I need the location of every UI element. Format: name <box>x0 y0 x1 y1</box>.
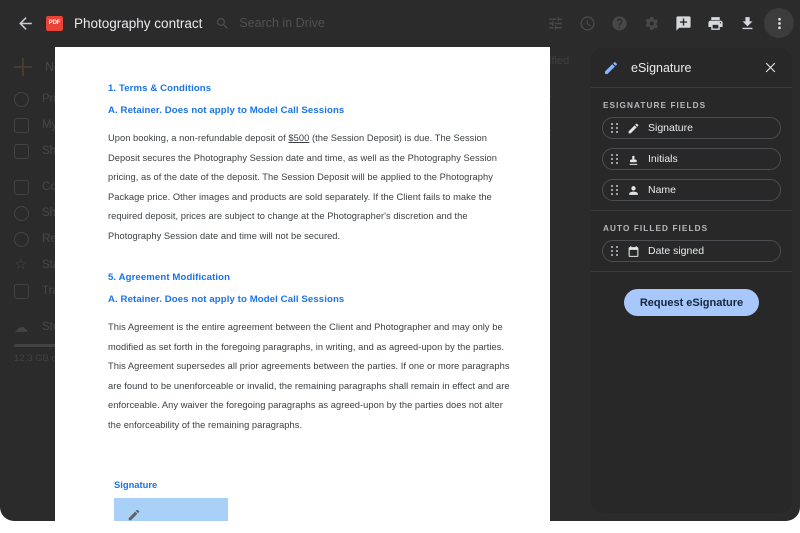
drive-icon <box>14 118 29 133</box>
pdf-file-badge: PDF <box>46 16 63 31</box>
plus-icon <box>14 58 32 76</box>
star-icon <box>14 258 29 273</box>
activity-icon[interactable] <box>572 8 602 38</box>
pen-icon <box>627 122 640 135</box>
esignature-panel: eSignature ESIGNATURE FIELDS Signature I… <box>591 48 792 513</box>
drag-handle-icon[interactable] <box>611 123 618 134</box>
signature-pen-icon <box>603 60 619 76</box>
help-icon[interactable] <box>604 8 634 38</box>
trash-icon <box>14 284 29 299</box>
more-options-icon[interactable] <box>764 8 794 38</box>
body-text-post: (the Session Deposit) is due. The Sessio… <box>108 133 497 241</box>
signature-pen-icon <box>127 508 141 522</box>
section-body-5: This Agreement is the entire agreement b… <box>108 318 510 435</box>
field-chip-name[interactable]: Name <box>602 179 781 201</box>
clock-icon <box>14 232 29 247</box>
field-chip-signature[interactable]: Signature <box>602 117 781 139</box>
toolbar-actions <box>540 0 794 46</box>
priority-icon <box>14 92 29 107</box>
stamp-icon <box>627 153 640 166</box>
drag-handle-icon[interactable] <box>611 154 618 165</box>
search-placeholder: Search in Drive <box>239 16 324 30</box>
drag-handle-icon[interactable] <box>611 246 618 257</box>
field-chip-label: Signature <box>648 122 693 134</box>
panel-action-area: Request eSignature <box>591 272 792 316</box>
section-body-1: Upon booking, a non-refundable deposit o… <box>108 129 510 246</box>
deposit-amount: $500 <box>288 133 309 143</box>
field-chip-label: Initials <box>648 153 678 165</box>
esignature-panel-title: eSignature <box>631 61 758 75</box>
shared-drive-icon <box>14 144 29 159</box>
section-heading-1: 1. Terms & Conditions <box>108 83 510 94</box>
document-title: Photography contract <box>74 16 202 31</box>
field-chip-label: Date signed <box>648 245 704 257</box>
people-icon <box>14 206 29 221</box>
add-comment-icon[interactable] <box>668 8 698 38</box>
cloud-icon <box>14 320 29 335</box>
drag-handle-icon[interactable] <box>611 185 618 196</box>
auto-filled-fields-section-title: AUTO FILLED FIELDS <box>591 211 792 240</box>
field-chip-initials[interactable]: Initials <box>602 148 781 170</box>
back-arrow-icon <box>16 14 35 33</box>
pdf-document-page: 1. Terms & Conditions A. Retainer. Does … <box>55 47 550 521</box>
print-icon[interactable] <box>700 8 730 38</box>
field-chip-date-signed[interactable]: Date signed <box>602 240 781 262</box>
download-icon[interactable] <box>732 8 762 38</box>
section-heading-5: 5. Agreement Modification <box>108 272 510 283</box>
top-toolbar: PDF Photography contract Search in Drive <box>0 0 800 46</box>
drive-window: New Priority My Drive Shared drives Comp… <box>0 0 800 521</box>
search-bar[interactable]: Search in Drive <box>215 16 324 31</box>
calendar-icon <box>627 245 640 258</box>
esignature-panel-header: eSignature <box>591 48 792 88</box>
field-chip-label: Name <box>648 184 676 196</box>
computer-icon <box>14 180 29 195</box>
app-root: New Priority My Drive Shared drives Comp… <box>0 0 800 533</box>
body-text-pre: Upon booking, a non-refundable deposit o… <box>108 133 288 143</box>
back-button[interactable] <box>8 6 42 40</box>
request-esignature-button[interactable]: Request eSignature <box>624 289 759 316</box>
signature-field-label: Signature <box>114 479 510 490</box>
settings-icon[interactable] <box>636 8 666 38</box>
person-icon <box>627 184 640 197</box>
esignature-fields-section-title: ESIGNATURE FIELDS <box>591 88 792 117</box>
section-subheading-5: A. Retainer. Does not apply to Model Cal… <box>108 294 510 305</box>
search-icon <box>215 16 230 31</box>
tune-icon[interactable] <box>540 8 570 38</box>
close-icon[interactable] <box>758 56 782 80</box>
signature-placeholder-field[interactable] <box>114 498 228 521</box>
section-subheading-1: A. Retainer. Does not apply to Model Cal… <box>108 105 510 116</box>
